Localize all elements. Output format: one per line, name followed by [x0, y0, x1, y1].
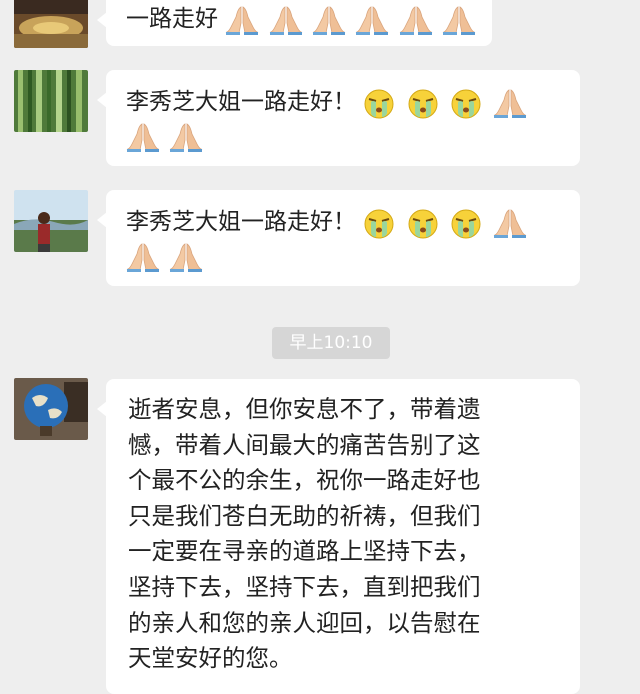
message-text-line: 憾，带着人间最大的痛苦告别了这 [128, 430, 481, 459]
folded-hands-icon [355, 5, 389, 35]
avatar[interactable] [14, 0, 88, 48]
folded-hands-icon [169, 122, 203, 152]
crying-face-icon [407, 87, 439, 119]
message-text-line: 一定要在寻亲的道路上坚持下去， [128, 537, 481, 566]
message-text-line: 逝者安息，但你安息不了，带着遗 [128, 395, 481, 423]
folded-hands-icon [269, 5, 303, 35]
crying-face-icon [407, 207, 439, 239]
folded-hands-icon [493, 208, 527, 238]
folded-hands-icon [312, 5, 346, 35]
timestamp: 早上10:10 [272, 327, 390, 359]
message-text-line: 的亲人和您的亲人迎回，以告慰在 [128, 608, 481, 637]
message-text: 一路走好 [126, 6, 218, 32]
message-text-line: 只是我们苍白无助的祈祷，但我们 [128, 501, 481, 530]
message-text-line: 个最不公的余生，祝你一路走好也 [128, 466, 481, 495]
folded-hands-icon [493, 88, 527, 118]
crying-face-icon [450, 207, 482, 239]
folded-hands-icon [126, 122, 160, 152]
message-text: 李秀芝大姐一路走好！ [126, 209, 356, 235]
avatar[interactable] [14, 378, 88, 440]
message-bubble[interactable]: 一路走好 [97, 0, 492, 46]
crying-face-icon [450, 87, 482, 119]
message-bubble[interactable]: 逝者安息，但你安息不了，带着遗 憾，带着人间最大的痛苦告别了这 个最不公的余生，… [97, 379, 580, 694]
avatar[interactable] [14, 70, 88, 132]
folded-hands-icon [442, 5, 476, 35]
message-bubble[interactable]: 李秀芝大姐一路走好！ [97, 190, 580, 286]
folded-hands-icon [169, 242, 203, 272]
message-text: 李秀芝大姐一路走好！ [126, 89, 356, 115]
folded-hands-icon [126, 242, 160, 272]
message-text-line: 天堂安好的您。 [128, 644, 293, 673]
folded-hands-icon [399, 5, 433, 35]
message-bubble[interactable]: 李秀芝大姐一路走好！ [97, 70, 580, 166]
avatar[interactable] [14, 190, 88, 252]
crying-face-icon [363, 87, 395, 119]
message-text-line: 坚持下去，坚持下去，直到把我们 [128, 572, 481, 601]
crying-face-icon [363, 207, 395, 239]
folded-hands-icon [225, 5, 259, 35]
